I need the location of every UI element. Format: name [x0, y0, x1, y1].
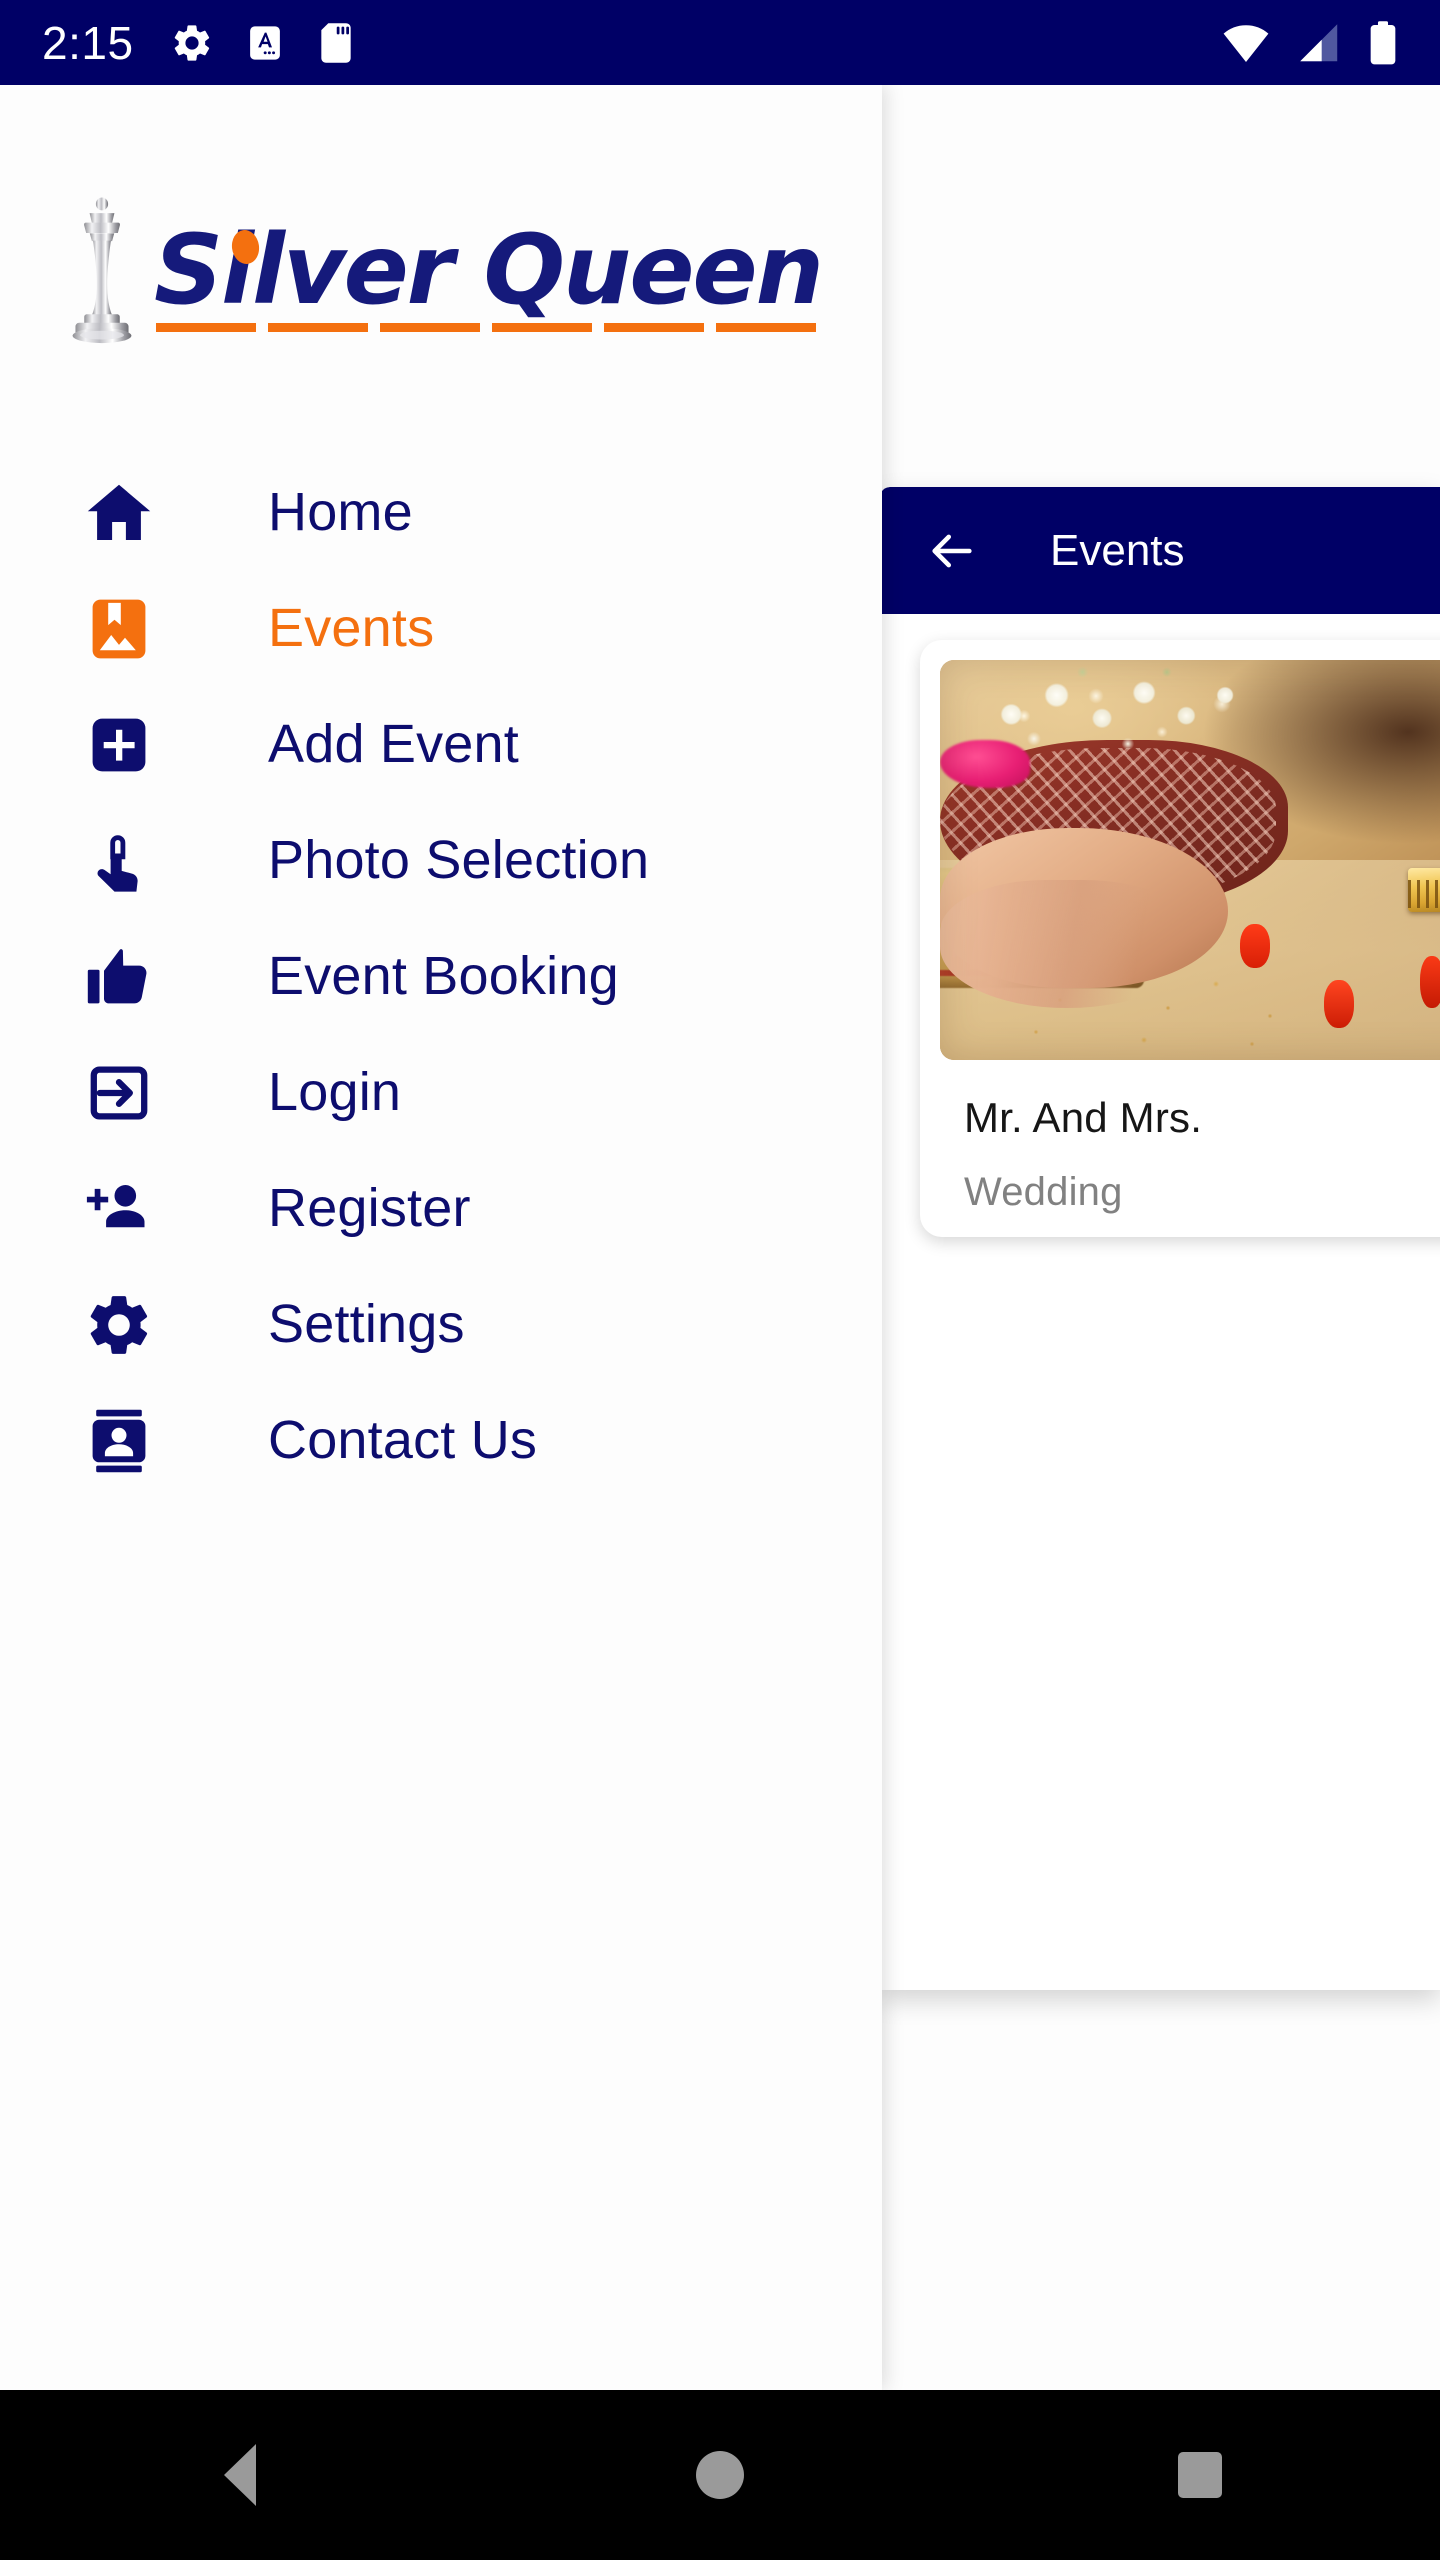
thumb-up-icon [82, 940, 156, 1014]
contact-page-icon [82, 1404, 156, 1478]
photo-album-icon [82, 592, 156, 666]
recents-square-icon [1178, 2452, 1222, 2498]
navigation-drawer: Silver Queen Home Events Add Event Photo… [0, 85, 882, 2390]
sidebar-item-event-booking[interactable]: Event Booking [0, 919, 882, 1035]
status-bar-right-icons [1222, 20, 1398, 66]
brand-underline [156, 323, 824, 332]
sidebar-item-contact-us[interactable]: Contact Us [0, 1383, 882, 1499]
event-card-image [940, 660, 1440, 1060]
status-time: 2:15 [42, 16, 134, 69]
gear-icon [174, 24, 209, 61]
status-bar: 2:15 [0, 0, 1440, 85]
sidebar-item-login[interactable]: Login [0, 1035, 882, 1151]
sidebar-item-label: Events [268, 598, 435, 659]
battery-icon [1370, 20, 1396, 64]
sidebar-item-label: Login [268, 1062, 402, 1123]
gear-icon [82, 1288, 156, 1362]
login-icon [82, 1056, 156, 1130]
system-recents-button[interactable] [1100, 2390, 1300, 2560]
sidebar-item-label: Photo Selection [268, 830, 650, 891]
events-content-panel: Events Mr. And Mrs. Wedding [880, 487, 1440, 1990]
status-bar-left-icons [170, 21, 356, 65]
sidebar-item-home[interactable]: Home [0, 455, 882, 571]
sidebar-item-label: Settings [268, 1294, 465, 1355]
arrow-back-icon[interactable] [926, 525, 978, 577]
events-list: Mr. And Mrs. Wedding [880, 614, 1440, 1990]
sidebar-item-label: Register [268, 1178, 471, 1239]
event-card[interactable]: Mr. And Mrs. Wedding [920, 640, 1440, 1237]
sidebar-item-events[interactable]: Events [0, 571, 882, 687]
events-app-bar-title: Events [1050, 525, 1185, 575]
back-triangle-icon [224, 2444, 256, 2506]
font-size-a-icon [249, 25, 280, 60]
brand-wordmark: Silver Queen [154, 222, 824, 332]
sidebar-item-label: Add Event [268, 714, 519, 775]
sidebar-item-label: Contact Us [268, 1410, 538, 1471]
drawer-menu: Home Events Add Event Photo Selection Ev… [0, 455, 882, 1499]
sidebar-item-settings[interactable]: Settings [0, 1267, 882, 1383]
wifi-icon [1223, 24, 1269, 62]
person-add-icon [82, 1172, 156, 1246]
app-screen: 2:15 Events Mr. And Mrs. Wedding Silver … [0, 0, 1440, 2560]
add-box-icon [82, 708, 156, 782]
sidebar-item-register[interactable]: Register [0, 1151, 882, 1267]
sidebar-item-photo-selection[interactable]: Photo Selection [0, 803, 882, 919]
home-circle-icon [696, 2451, 744, 2499]
event-card-subtitle: Wedding [964, 1170, 1123, 1214]
sd-card-icon [320, 22, 351, 63]
system-home-button[interactable] [620, 2390, 820, 2560]
brand-logo: Silver Queen [0, 195, 882, 345]
chess-queen-icon [72, 197, 132, 344]
android-system-nav-bar [0, 2390, 1440, 2560]
sidebar-item-add-event[interactable]: Add Event [0, 687, 882, 803]
cellular-signal-icon [1300, 23, 1338, 61]
sidebar-item-label: Event Booking [268, 946, 619, 1007]
sidebar-item-label: Home [268, 482, 413, 543]
event-card-title: Mr. And Mrs. [964, 1094, 1203, 1141]
system-back-button[interactable] [140, 2390, 340, 2560]
events-app-bar: Events [880, 487, 1440, 614]
home-icon [82, 476, 156, 550]
touch-app-icon [82, 824, 156, 898]
